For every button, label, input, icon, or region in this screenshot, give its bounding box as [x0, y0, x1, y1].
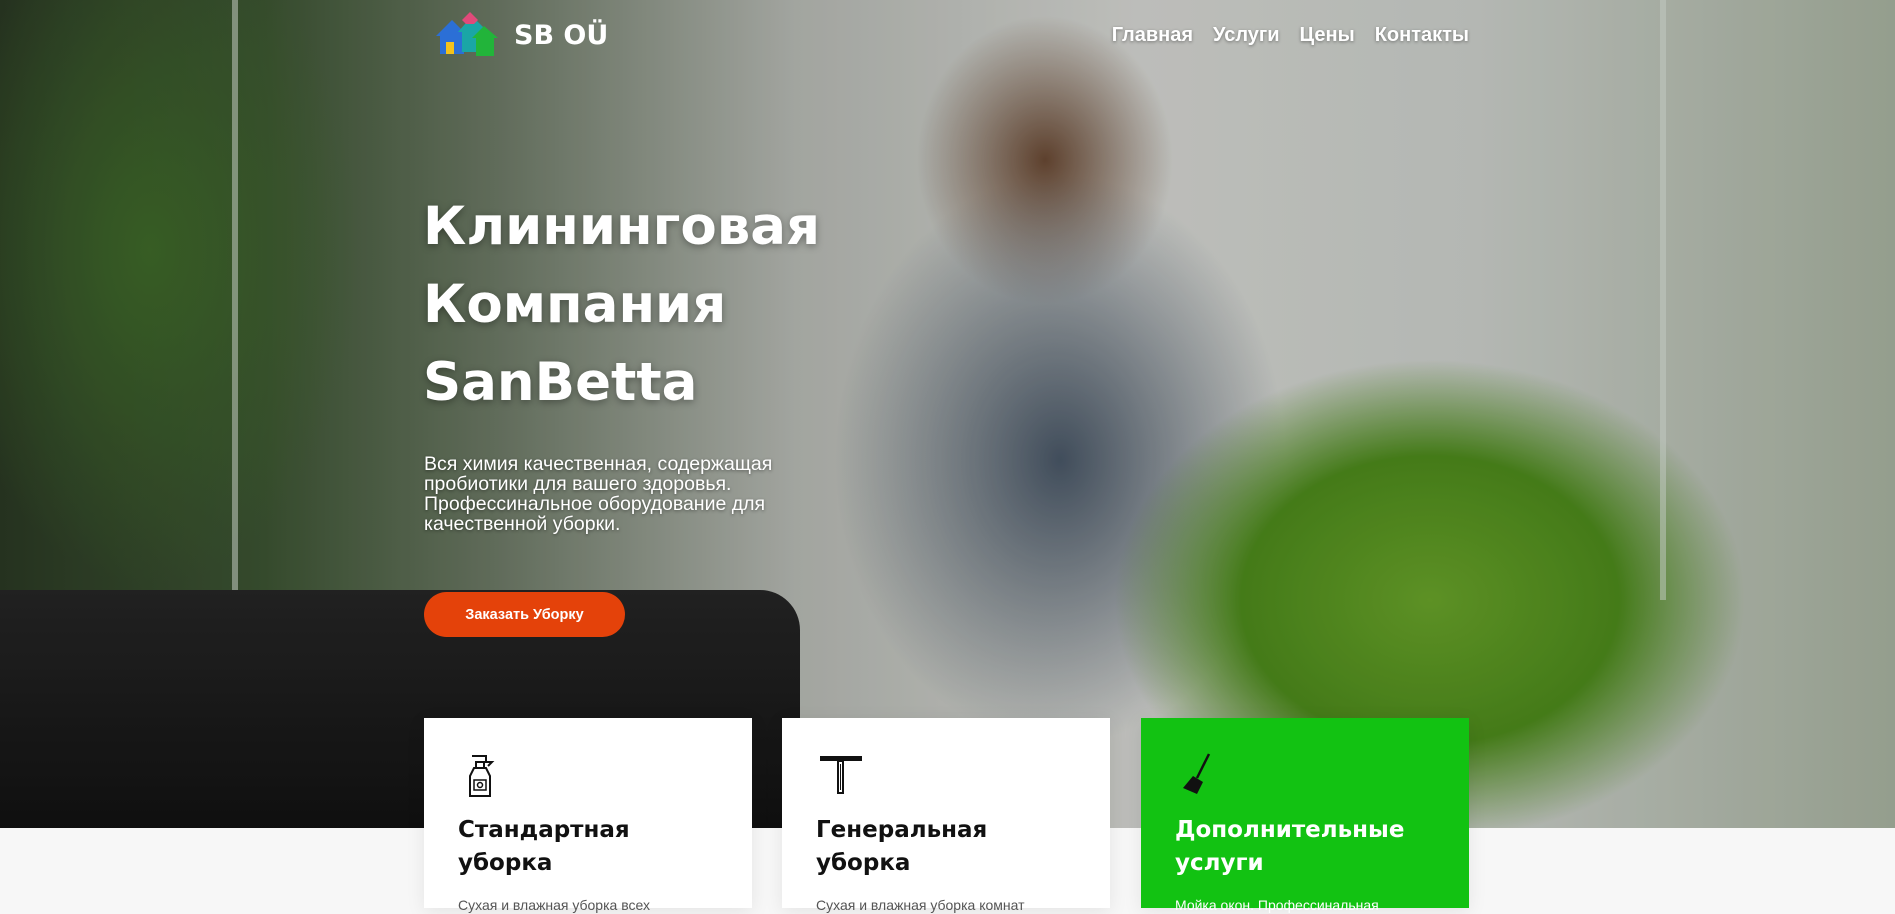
brand-name: SB OÜ	[514, 19, 609, 51]
order-cleaning-button[interactable]: Заказать Уборку	[424, 592, 625, 637]
service-card-text: Сухая и влажная уборка всех	[458, 897, 650, 913]
hero-title-line: Клининговая	[423, 196, 821, 257]
hero-title-line: SanBetta	[423, 352, 698, 413]
main-nav: Главная Услуги Цены Контакты	[1112, 24, 1469, 47]
squeegee-icon	[820, 756, 862, 794]
service-card-standard[interactable]: Стандартная уборка Сухая и влажная уборк…	[424, 718, 752, 913]
spray-bottle-icon	[469, 755, 495, 797]
brand-logo[interactable]: SB OÜ	[432, 8, 608, 62]
hero-title: Клининговая Компания SanBetta	[423, 188, 983, 422]
service-card-text: Сухая и влажная уборка комнат	[816, 897, 1025, 913]
hero-subtitle: Вся химия качественная, содержащая проби…	[424, 453, 773, 535]
card-title-line: уборка	[458, 850, 553, 876]
service-card-additional[interactable]: Дополнительные услуги Мойка окон. Профес…	[1141, 718, 1469, 913]
nav-item-prices[interactable]: Цены	[1300, 24, 1355, 47]
card-title-line: услуги	[1175, 850, 1264, 876]
card-title-line: уборка	[816, 850, 911, 876]
nav-item-home[interactable]: Главная	[1112, 24, 1193, 47]
service-card-title: Генеральная уборка	[816, 814, 1076, 880]
service-card-text: Мойка окон. Профессинальная	[1175, 897, 1379, 913]
service-card-title: Дополнительные услуги	[1175, 814, 1435, 880]
card-title-line: Стандартная	[458, 817, 630, 843]
hero-title-line: Компания	[423, 274, 727, 335]
nav-item-services[interactable]: Услуги	[1213, 24, 1280, 47]
house-logo-icon	[436, 12, 498, 56]
card-title-line: Генеральная	[816, 817, 988, 843]
service-card-general[interactable]: Генеральная уборка Сухая и влажная уборк…	[782, 718, 1110, 913]
card-title-line: Дополнительные	[1175, 817, 1405, 843]
nav-item-contacts[interactable]: Контакты	[1375, 24, 1469, 47]
broom-icon	[1183, 753, 1211, 794]
service-card-title: Стандартная уборка	[458, 814, 718, 880]
